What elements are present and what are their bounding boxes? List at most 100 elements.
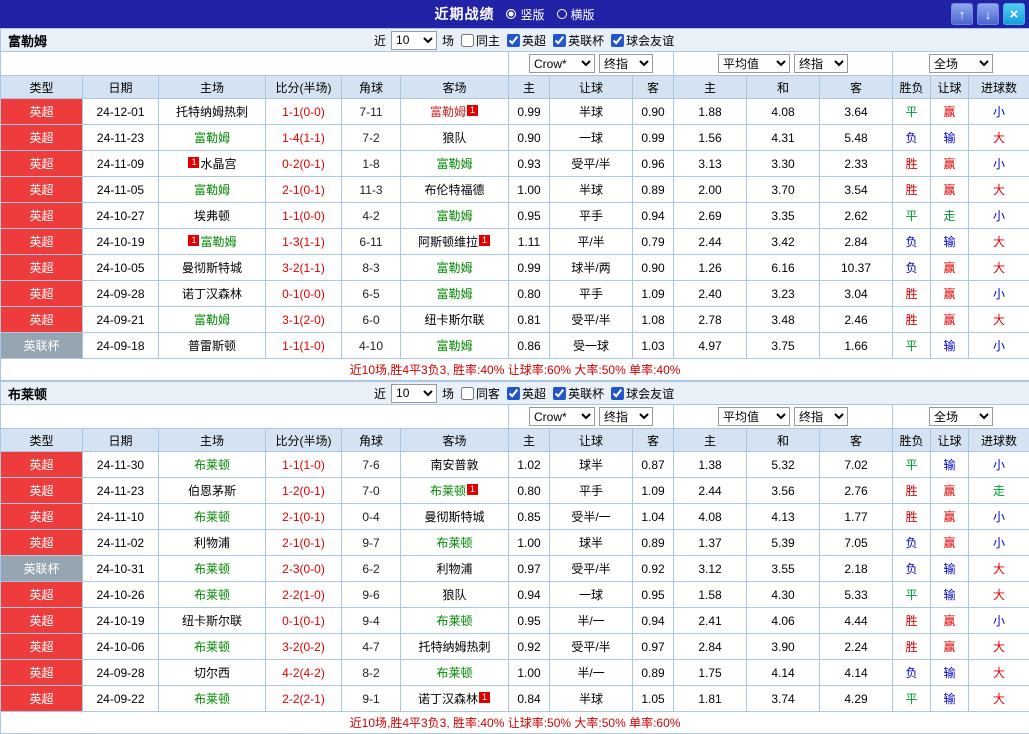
goals-result-cell: 大: [969, 307, 1029, 333]
league-checkbox-3[interactable]: 球会友谊: [607, 32, 674, 49]
results-table-1: 富勒姆近10场同主英超英联杯球会友谊Crow*终指平均值终指全场类型日期主场比分…: [0, 28, 1029, 381]
topbar-buttons: ↑ ↓ ×: [951, 3, 1025, 25]
league-checkbox-2-input[interactable]: [553, 34, 566, 47]
results-table-2: 布莱顿近10场同客英超英联杯球会友谊Crow*终指平均值终指全场类型日期主场比分…: [0, 381, 1029, 734]
away-odds-cell: 0.94: [633, 203, 674, 229]
match-result-cell: 平: [893, 99, 931, 125]
scope-select[interactable]: 全场: [929, 407, 993, 426]
red-card-badge: 1: [467, 105, 478, 116]
corners-cell: 6-5: [342, 281, 401, 307]
date-cell: 24-09-21: [83, 307, 159, 333]
avg-home-cell: 1.56: [674, 125, 747, 151]
away-odds-cell: 0.90: [633, 99, 674, 125]
column-header: 主: [509, 429, 550, 452]
scope-select[interactable]: 全场: [929, 54, 993, 73]
match-result-cell: 负: [893, 125, 931, 151]
league-cell: 英超: [1, 307, 83, 333]
bookmaker-select[interactable]: Crow*: [529, 54, 595, 73]
away-team-cell: 狼队: [401, 582, 509, 608]
corners-cell: 7-6: [342, 452, 401, 478]
away-team-cell: 布莱顿1: [401, 478, 509, 504]
match-row: 英联杯24-09-18普雷斯顿1-1(1-0)4-10富勒姆0.86受一球1.0…: [1, 333, 1029, 359]
summary-text: 近10场,胜4平3负3, 胜率:40% 让球率:60% 大率:50% 单率:40…: [1, 359, 1029, 381]
column-header-row: 类型日期主场比分(半场)角球客场主让球客主和客胜负让球进球数: [1, 76, 1029, 99]
team-name-text: 富勒姆: [436, 261, 472, 275]
scroll-up-button[interactable]: ↑: [951, 3, 973, 25]
team-name-text: 布莱顿: [436, 666, 472, 680]
away-odds-cell: 1.09: [633, 281, 674, 307]
league-checkbox-1[interactable]: 英超: [503, 32, 546, 49]
avg-away-cell: 7.05: [820, 530, 893, 556]
final-odds-select-2[interactable]: 终指: [794, 54, 848, 73]
score-cell: 0-2(0-1): [266, 151, 342, 177]
avg-draw-cell: 5.32: [747, 452, 820, 478]
league-checkbox-2[interactable]: 英联杯: [549, 32, 604, 49]
page-title: 近期战绩: [434, 4, 494, 24]
league-checkbox-2-input[interactable]: [553, 387, 566, 400]
column-header: 客场: [401, 76, 509, 99]
final-odds-select-2[interactable]: 终指: [794, 407, 848, 426]
handicap-line-cell: 球半/两: [550, 255, 633, 281]
corners-cell: 1-8: [342, 151, 401, 177]
league-cell: 英超: [1, 478, 83, 504]
corners-cell: 4-2: [342, 203, 401, 229]
column-header: 主: [674, 429, 747, 452]
column-header: 让球: [931, 76, 969, 99]
league-checkbox-2[interactable]: 英联杯: [549, 385, 604, 402]
handicap-line-cell: 半/一: [550, 660, 633, 686]
team-name-text: 1水晶宫: [187, 157, 236, 171]
team-name-text: 富勒姆: [194, 183, 230, 197]
match-count-select[interactable]: 10: [391, 31, 437, 50]
team-section-2: 布莱顿近10场同客英超英联杯球会友谊Crow*终指平均值终指全场类型日期主场比分…: [0, 381, 1029, 734]
handicap-result-cell: 赢: [931, 281, 969, 307]
team-name-text: 伯恩茅斯: [188, 484, 236, 498]
radio-vertical-layout[interactable]: 竖版: [506, 6, 544, 23]
match-result-cell: 胜: [893, 634, 931, 660]
average-odds-select[interactable]: 平均值: [718, 407, 790, 426]
league-checkbox-1-input[interactable]: [507, 34, 520, 47]
league-checkbox-3[interactable]: 球会友谊: [607, 385, 674, 402]
goals-result-cell: 小: [969, 333, 1029, 359]
close-button[interactable]: ×: [1003, 3, 1025, 25]
team-name-text: 托特纳姆热刺: [176, 105, 248, 119]
match-count-select[interactable]: 10: [391, 384, 437, 403]
away-odds-cell: 0.92: [633, 556, 674, 582]
avg-home-cell: 2.41: [674, 608, 747, 634]
home-odds-cell: 0.84: [509, 686, 550, 712]
corners-cell: 9-6: [342, 582, 401, 608]
home-odds-cell: 0.85: [509, 504, 550, 530]
league-cell: 英超: [1, 125, 83, 151]
radio-horizontal-layout[interactable]: 横版: [557, 6, 595, 23]
column-header-row: 类型日期主场比分(半场)角球客场主让球客主和客胜负让球进球数: [1, 429, 1029, 452]
final-odds-select[interactable]: 终指: [599, 407, 653, 426]
home-odds-cell: 0.80: [509, 478, 550, 504]
scroll-down-button[interactable]: ↓: [977, 3, 999, 25]
goals-result-cell: 大: [969, 125, 1029, 151]
same-venue-checkbox[interactable]: 同主: [457, 32, 500, 49]
team-name-text: 富勒姆: [436, 157, 472, 171]
average-odds-select[interactable]: 平均值: [718, 54, 790, 73]
goals-result-cell: 大: [969, 634, 1029, 660]
match-row: 英超24-11-10布莱顿2-1(0-1)0-4曼彻斯特城0.85受半/一1.0…: [1, 504, 1029, 530]
final-odds-select[interactable]: 终指: [599, 54, 653, 73]
league-checkbox-1-input[interactable]: [507, 387, 520, 400]
avg-home-cell: 4.08: [674, 504, 747, 530]
date-cell: 24-10-05: [83, 255, 159, 281]
same-venue-checkbox[interactable]: 同客: [457, 385, 500, 402]
avg-home-cell: 1.38: [674, 452, 747, 478]
team-name-text: 切尔西: [194, 666, 230, 680]
home-team-cell: 布莱顿: [159, 556, 266, 582]
league-checkbox-3-input[interactable]: [611, 387, 624, 400]
same-venue-checkbox-input[interactable]: [461, 387, 474, 400]
bookmaker-select[interactable]: Crow*: [529, 407, 595, 426]
league-checkbox-3-input[interactable]: [611, 34, 624, 47]
home-team-cell: 纽卡斯尔联: [159, 608, 266, 634]
league-checkbox-1[interactable]: 英超: [503, 385, 546, 402]
home-team-cell: 1水晶宫: [159, 151, 266, 177]
date-cell: 24-11-09: [83, 151, 159, 177]
score-cell: 4-2(4-2): [266, 660, 342, 686]
away-odds-cell: 0.90: [633, 255, 674, 281]
same-venue-checkbox-input[interactable]: [461, 34, 474, 47]
handicap-result-cell: 赢: [931, 255, 969, 281]
red-card-badge: 1: [188, 235, 199, 246]
